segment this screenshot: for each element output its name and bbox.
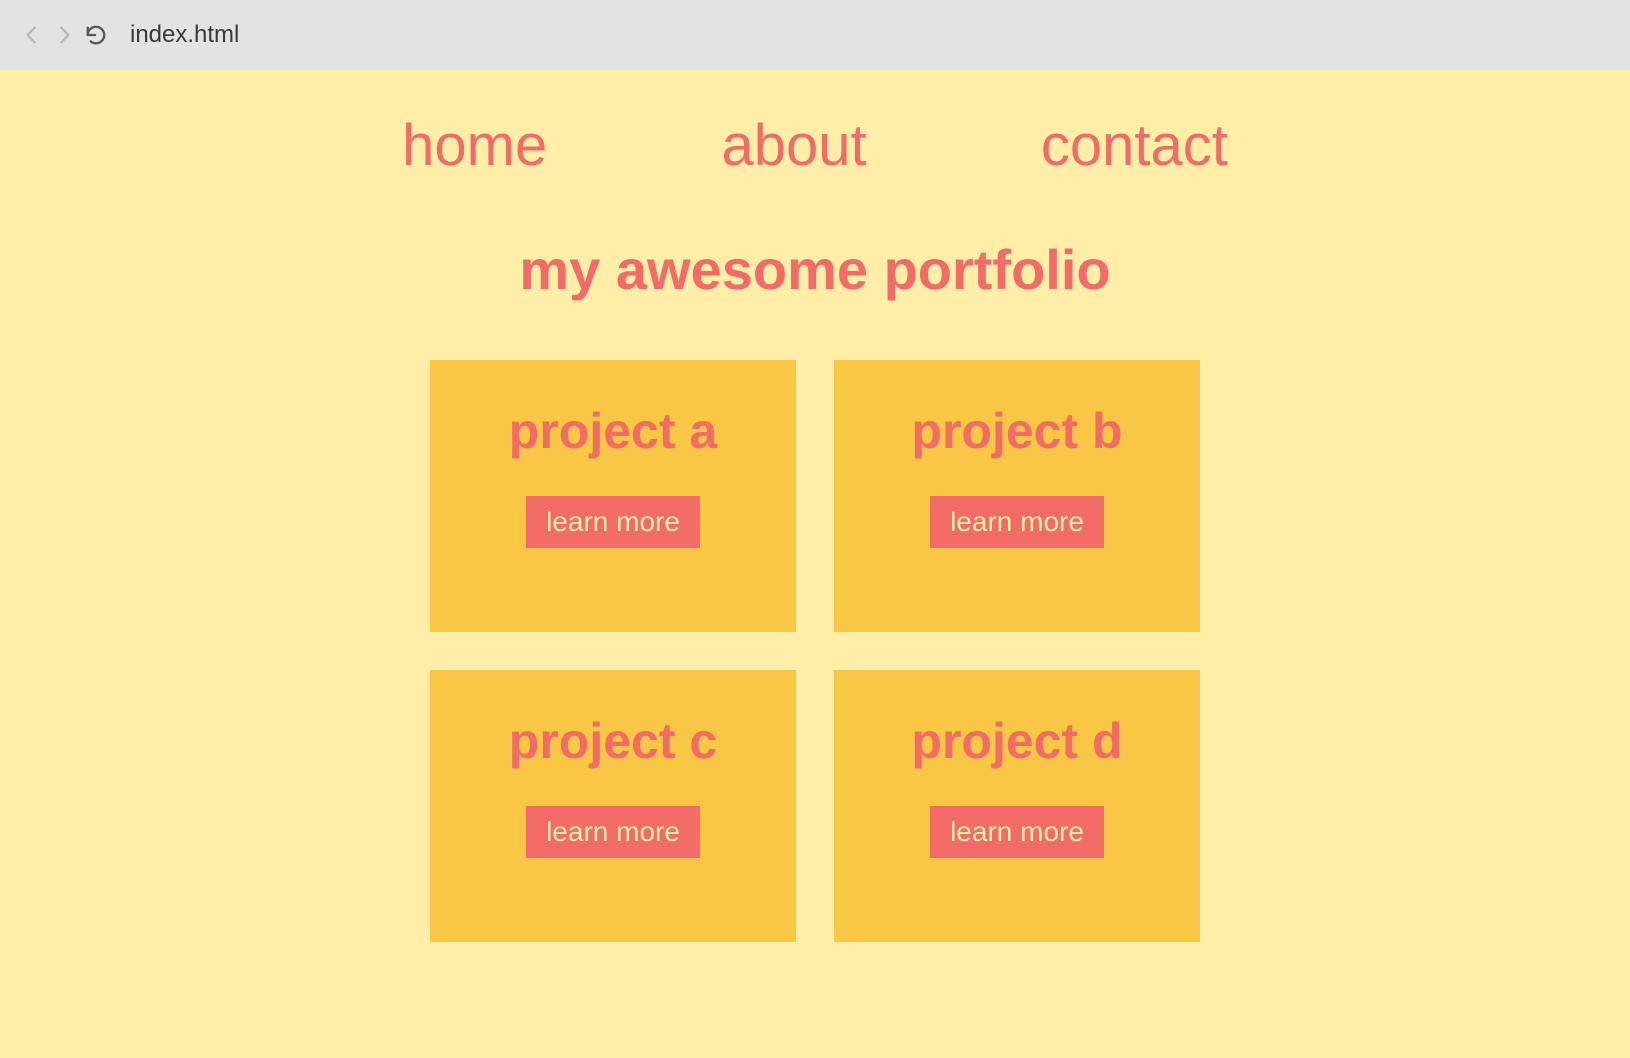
page-title: my awesome portfolio xyxy=(0,237,1630,302)
project-title: project a xyxy=(509,402,717,460)
back-icon[interactable] xyxy=(20,23,44,47)
learn-more-button[interactable]: learn more xyxy=(930,496,1104,548)
url-display: index.html xyxy=(130,21,239,49)
project-title: project b xyxy=(911,402,1122,460)
projects-grid: project a learn more project b learn mor… xyxy=(430,360,1200,942)
project-title: project d xyxy=(911,712,1122,770)
forward-icon[interactable] xyxy=(52,23,76,47)
nav-link-home[interactable]: home xyxy=(402,112,547,179)
page-content: home about contact my awesome portfolio … xyxy=(0,70,1630,1058)
learn-more-button[interactable]: learn more xyxy=(526,806,700,858)
project-card-b: project b learn more xyxy=(834,360,1200,632)
main-nav: home about contact xyxy=(115,70,1515,179)
nav-link-contact[interactable]: contact xyxy=(1041,112,1228,179)
learn-more-button[interactable]: learn more xyxy=(526,496,700,548)
browser-toolbar: index.html xyxy=(0,0,1630,70)
learn-more-button[interactable]: learn more xyxy=(930,806,1104,858)
nav-link-about[interactable]: about xyxy=(721,112,866,179)
project-title: project c xyxy=(509,712,717,770)
project-card-a: project a learn more xyxy=(430,360,796,632)
project-card-d: project d learn more xyxy=(834,670,1200,942)
project-card-c: project c learn more xyxy=(430,670,796,942)
reload-icon[interactable] xyxy=(84,23,108,47)
